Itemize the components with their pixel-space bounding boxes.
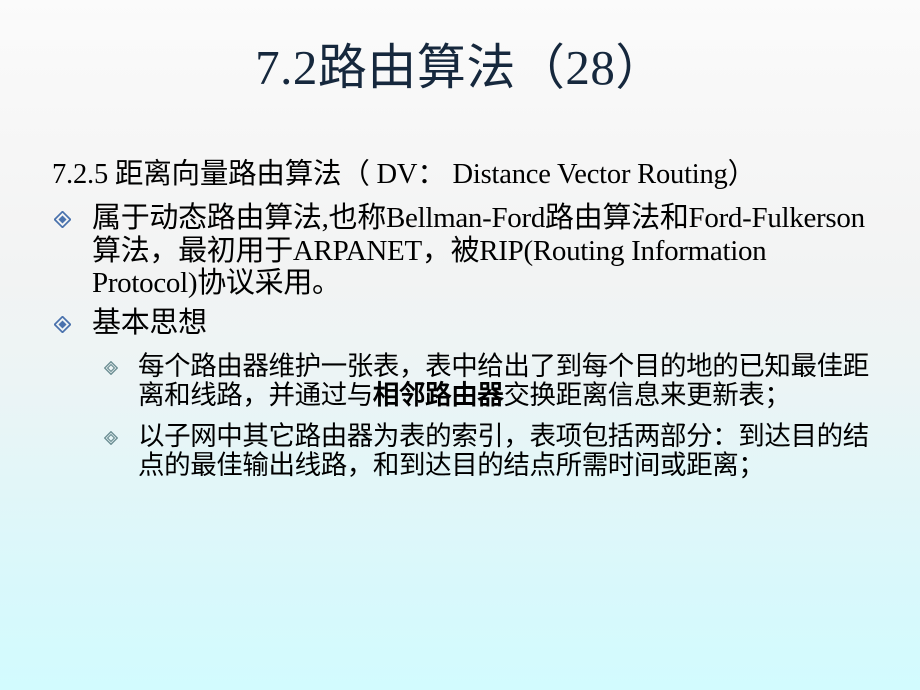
bullet-item-level1: 基本思想 <box>52 307 872 339</box>
bullet-item-level2: 每个路由器维护一张表，表中给出了到每个目的地的已知最佳距离和线路，并通过与相邻路… <box>100 351 872 411</box>
diamond-outline-icon <box>103 430 119 446</box>
bullet-text-emphasis: 相邻路由器 <box>372 380 504 411</box>
section-subheading: 7.2.5 距离向量路由算法（ DV： Distance Vector Rout… <box>52 159 756 190</box>
page-title: 7.2路由算法（28） <box>255 40 665 95</box>
bullet-text: 以子网中其它路由器为表的索引，表项包括两部分：到达目的结点的最佳输出线路，和到达… <box>138 421 869 481</box>
diamond-filled-icon <box>53 210 72 229</box>
presentation-slide: 7.2路由算法（28） 7.2.5 距离向量路由算法（ DV： Distance… <box>0 0 920 690</box>
bullet-text: 属于动态路由算法,也称Bellman-Ford路由算法和Ford-Fulkers… <box>92 202 865 299</box>
bullet-text-segment: 交换距离信息来更新表； <box>503 380 791 411</box>
bullet-text: 基本思想 <box>92 307 207 340</box>
bullet-item-level1: 属于动态路由算法,也称Bellman-Ford路由算法和Ford-Fulkers… <box>52 202 872 299</box>
diamond-outline-icon <box>103 360 119 375</box>
slide-body: 7.2.5 距离向量路由算法（ DV： Distance Vector Rout… <box>52 158 872 482</box>
title-block: 7.2路由算法（28） <box>0 40 920 95</box>
diamond-filled-icon <box>53 315 72 334</box>
bullet-item-level2: 以子网中其它路由器为表的索引，表项包括两部分：到达目的结点的最佳输出线路，和到达… <box>100 422 872 480</box>
